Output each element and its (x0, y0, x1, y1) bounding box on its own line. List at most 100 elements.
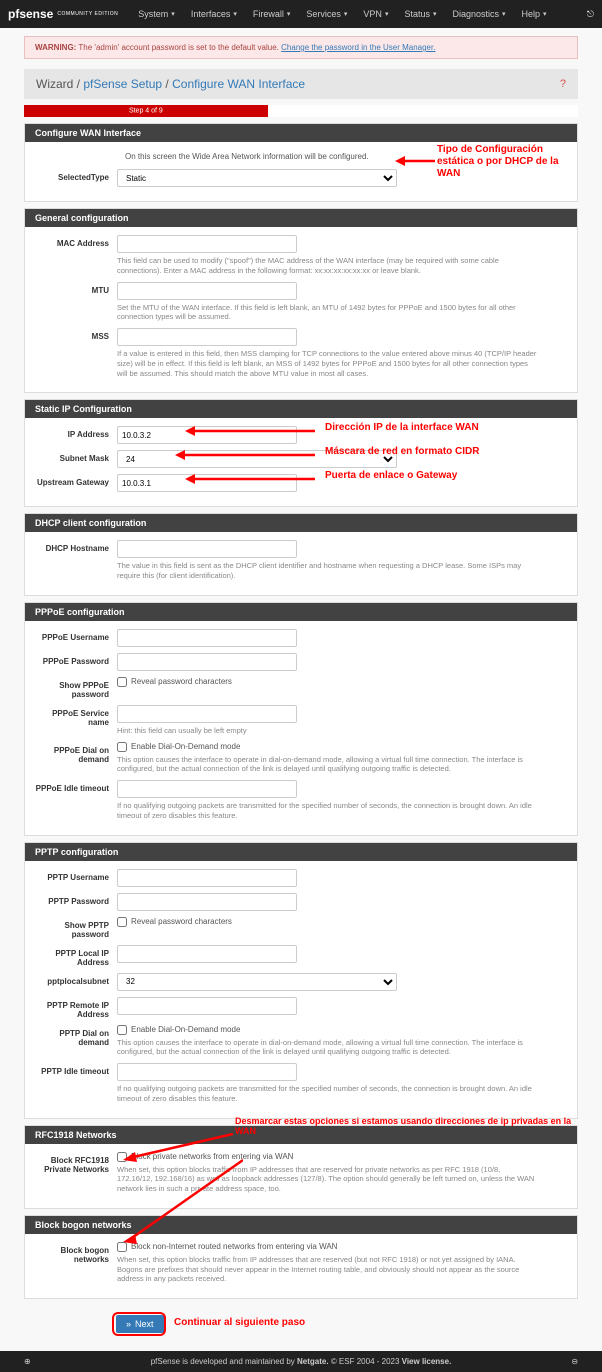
bogon-checkbox[interactable] (117, 1242, 127, 1252)
pppoe-username-input[interactable] (117, 629, 297, 647)
nav-firewall[interactable]: Firewall▾ (245, 9, 299, 19)
logo-subtitle: COMMUNITY EDITION (57, 11, 118, 17)
pptp-localip-input[interactable] (117, 945, 297, 963)
pppoe-dial-label: PPPoE Dial on demand (35, 742, 117, 764)
subnet-select[interactable]: 24 (117, 450, 397, 468)
pptp-password-label: PPTP Password (35, 893, 117, 906)
pptp-idle-help: If no qualifying outgoing packets are tr… (117, 1084, 537, 1104)
warning-label: WARNING: (35, 43, 76, 52)
nav-services[interactable]: Services▾ (298, 9, 355, 19)
dhcp-hostname-label: DHCP Hostname (35, 540, 117, 553)
rfc1918-checkbox[interactable] (117, 1152, 127, 1162)
pppoe-idle-input[interactable] (117, 780, 297, 798)
dhcp-hostname-input[interactable] (117, 540, 297, 558)
collapse-icon[interactable]: ⊖ (571, 1357, 578, 1366)
chevron-down-icon: ▾ (502, 10, 506, 18)
navbar: pfsense COMMUNITY EDITION System▾ Interf… (0, 0, 602, 28)
progress-text: Step 4 of 9 (129, 108, 163, 115)
gateway-input[interactable] (117, 474, 297, 492)
mtu-label: MTU (35, 282, 117, 295)
pppoe-service-label: PPPoE Service name (35, 705, 117, 727)
pppoe-dial-text: Enable Dial-On-Demand mode (131, 742, 240, 751)
mss-label: MSS (35, 328, 117, 341)
footer: ⊕ pfSense is developed and maintained by… (0, 1351, 602, 1372)
panel-rfc1918: RFC1918 Networks Block RFC1918 Private N… (24, 1125, 578, 1209)
panel-pptp: PPTP configuration PPTP Username PPTP Pa… (24, 842, 578, 1119)
bogon-label: Block bogon networks (35, 1242, 117, 1264)
panel-header: Block bogon networks (25, 1216, 577, 1234)
selected-type-label: SelectedType (35, 169, 117, 182)
next-button-label: Next (135, 1319, 154, 1329)
double-chevron-icon: » (126, 1319, 131, 1329)
pptp-dial-checkbox[interactable] (117, 1025, 127, 1035)
nav-status[interactable]: Status▾ (396, 9, 444, 19)
nav-system[interactable]: System▾ (130, 9, 183, 19)
panel-header: Configure WAN Interface (25, 124, 577, 142)
panel-static-ip: Static IP Configuration IP Address Subne… (24, 399, 578, 507)
chevron-down-icon: ▾ (287, 10, 291, 18)
logo: pfsense (8, 7, 57, 21)
nav-help[interactable]: Help▾ (514, 9, 555, 19)
panel-header: General configuration (25, 209, 577, 227)
pptp-subnet-label: pptplocalsubnet (35, 973, 117, 986)
expand-icon[interactable]: ⊕ (24, 1357, 31, 1366)
progress-bar: Step 4 of 9 (24, 105, 578, 117)
panel-header: RFC1918 Networks (25, 1126, 577, 1144)
bogon-cb-text: Block non-Internet routed networks from … (131, 1242, 337, 1251)
panel-dhcp: DHCP client configuration DHCP Hostname … (24, 513, 578, 596)
pptp-password-input[interactable] (117, 893, 297, 911)
subnet-label: Subnet Mask (35, 450, 117, 463)
pppoe-service-input[interactable] (117, 705, 297, 723)
ip-label: IP Address (35, 426, 117, 439)
pppoe-password-label: PPPoE Password (35, 653, 117, 666)
pptp-username-input[interactable] (117, 869, 297, 887)
nav-vpn[interactable]: VPN▾ (355, 9, 396, 19)
logout-icon[interactable]: ⎋ (587, 9, 594, 20)
pptp-dial-text: Enable Dial-On-Demand mode (131, 1025, 240, 1034)
pptp-idle-input[interactable] (117, 1063, 297, 1081)
panel-header: Static IP Configuration (25, 400, 577, 418)
next-button[interactable]: » Next (116, 1315, 164, 1333)
nav-diagnostics[interactable]: Diagnostics▾ (444, 9, 513, 19)
pptp-showpw-text: Reveal password characters (131, 917, 232, 926)
ip-input[interactable] (117, 426, 297, 444)
pppoe-dial-checkbox[interactable] (117, 742, 127, 752)
pptp-remoteip-input[interactable] (117, 997, 297, 1015)
gateway-label: Upstream Gateway (35, 474, 117, 487)
breadcrumb: Wizard / pfSense Setup / Configure WAN I… (36, 77, 305, 91)
panel-bogon: Block bogon networks Block bogon network… (24, 1215, 578, 1299)
pptp-dial-help: This option causes the interface to oper… (117, 1038, 537, 1058)
rfc1918-label: Block RFC1918 Private Networks (35, 1152, 117, 1174)
chevron-down-icon: ▾ (433, 10, 437, 18)
help-icon[interactable]: ? (560, 78, 566, 90)
next-button-wrap: » Next Continuar al siguiente paso (24, 1305, 578, 1343)
bogon-help: When set, this option blocks traffic fro… (117, 1255, 537, 1284)
pptp-username-label: PPTP Username (35, 869, 117, 882)
pptp-subnet-select[interactable]: 32 (117, 973, 397, 991)
warning-link[interactable]: Change the password in the User Manager. (281, 43, 435, 52)
pppoe-password-input[interactable] (117, 653, 297, 671)
mac-input[interactable] (117, 235, 297, 253)
breadcrumb-page[interactable]: Configure WAN Interface (172, 77, 305, 91)
panel-header: PPTP configuration (25, 843, 577, 861)
pptp-showpw-checkbox[interactable] (117, 917, 127, 927)
pppoe-username-label: PPPoE Username (35, 629, 117, 642)
breadcrumb-setup[interactable]: pfSense Setup (83, 77, 162, 91)
pppoe-showpw-checkbox[interactable] (117, 677, 127, 687)
chevron-down-icon: ▾ (171, 10, 175, 18)
annotation-next: Continuar al siguiente paso (174, 1317, 305, 1328)
pptp-dial-label: PPTP Dial on demand (35, 1025, 117, 1047)
chevron-down-icon: ▾ (385, 10, 389, 18)
mac-label: MAC Address (35, 235, 117, 248)
selected-type-select[interactable]: Static (117, 169, 397, 187)
nav-interfaces[interactable]: Interfaces▾ (183, 9, 245, 19)
rfc1918-cb-text: Block private networks from entering via… (131, 1152, 293, 1161)
pptp-idle-label: PPTP Idle timeout (35, 1063, 117, 1076)
pppoe-dial-help: This option causes the interface to oper… (117, 755, 537, 775)
pppoe-showpw-text: Reveal password characters (131, 677, 232, 686)
chevron-down-icon: ▾ (233, 10, 237, 18)
mtu-input[interactable] (117, 282, 297, 300)
mss-help: If a value is entered in this field, the… (117, 349, 537, 378)
chevron-down-icon: ▾ (344, 10, 348, 18)
mss-input[interactable] (117, 328, 297, 346)
